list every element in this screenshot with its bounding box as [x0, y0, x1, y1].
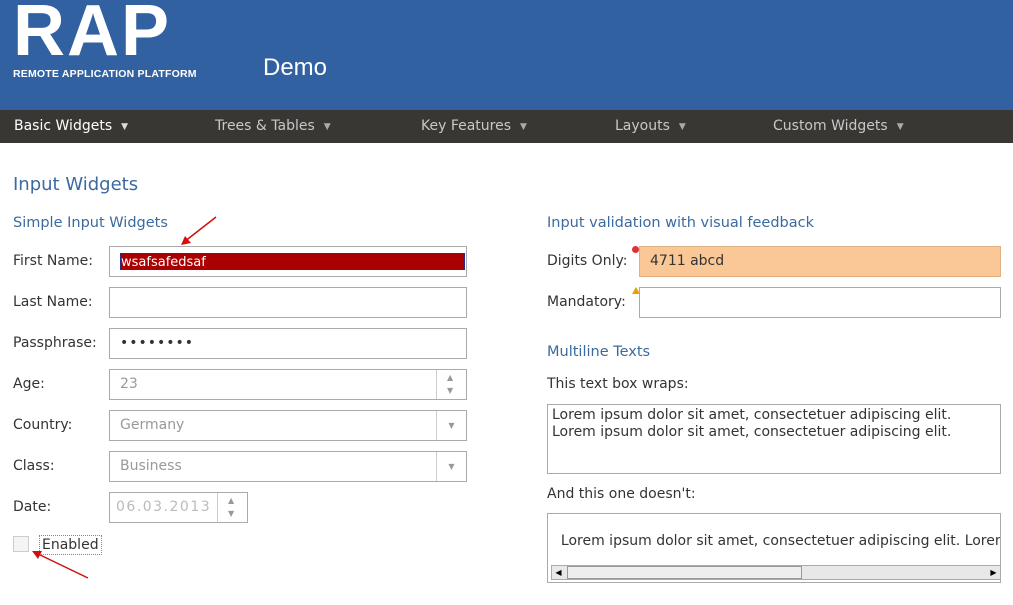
selected-text: wsafsafedsaf [120, 253, 465, 270]
app-header: RAP REMOTE APPLICATION PLATFORM Demo [0, 0, 1013, 110]
country-label: Country: [13, 417, 73, 433]
nav-label: Layouts [615, 118, 670, 134]
age-label: Age: [13, 376, 45, 392]
age-spinner[interactable]: 23 ▲ ▼ [109, 369, 467, 400]
digits-only-label: Digits Only: [547, 253, 628, 269]
page-title: Input Widgets [13, 174, 139, 195]
nav-label: Custom Widgets [773, 118, 888, 134]
annotation-arrow-icon [181, 216, 217, 245]
dropdown-caret-icon: ▼ [678, 122, 686, 132]
chevron-down-icon[interactable]: ▼ [436, 452, 466, 481]
nowrap-text: Lorem ipsum dolor sit amet, consectetuer… [560, 532, 1001, 549]
spin-up-icon[interactable]: ▲ [447, 374, 453, 382]
simple-inputs-heading: Simple Input Widgets [13, 215, 168, 231]
nav-layouts[interactable]: Layouts ▼ [615, 110, 686, 143]
date-value: 06.03.2013 [116, 499, 212, 515]
digits-only-input[interactable]: 4711 abcd [639, 246, 1001, 277]
last-name-label: Last Name: [13, 294, 93, 310]
dropdown-caret-icon: ▼ [121, 122, 129, 132]
scroll-left-icon[interactable]: ◀ [552, 566, 565, 579]
first-name-input[interactable]: wsafsafedsaf [109, 246, 467, 277]
age-spin-buttons[interactable]: ▲ ▼ [436, 370, 466, 399]
date-spin-buttons[interactable]: ▲ ▼ [217, 493, 247, 522]
passphrase-label: Passphrase: [13, 335, 97, 351]
scroll-right-icon[interactable]: ▶ [987, 566, 1000, 579]
last-name-input[interactable] [109, 287, 467, 318]
nav-label: Trees & Tables [215, 118, 315, 134]
wrapping-textarea[interactable]: Lorem ipsum dolor sit amet, consectetuer… [547, 404, 1001, 474]
wrap-label: This text box wraps: [547, 376, 689, 392]
enabled-checkbox[interactable] [13, 536, 29, 552]
dropdown-caret-icon: ▼ [520, 122, 527, 132]
age-value: 23 [120, 376, 138, 392]
nav-custom-widgets[interactable]: Custom Widgets ▼ [773, 110, 904, 143]
logo-subtitle: REMOTE APPLICATION PLATFORM [13, 68, 197, 80]
scrollbar-thumb[interactable] [567, 566, 802, 579]
class-label: Class: [13, 458, 55, 474]
country-value: Germany [120, 417, 185, 433]
app-title: Demo [263, 54, 328, 81]
spin-up-icon[interactable]: ▲ [228, 497, 234, 505]
country-combo[interactable]: Germany ▼ [109, 410, 467, 441]
chevron-down-icon[interactable]: ▼ [436, 411, 466, 440]
rap-logo: RAP [13, 0, 172, 71]
nav-basic-widgets[interactable]: Basic Widgets ▼ [14, 110, 128, 143]
nowrap-textarea[interactable]: Lorem ipsum dolor sit amet, consectetuer… [547, 513, 1001, 583]
nav-label: Key Features [421, 118, 512, 134]
mandatory-input[interactable] [639, 287, 1001, 318]
nav-trees-tables[interactable]: Trees & Tables ▼ [215, 110, 331, 143]
class-combo[interactable]: Business ▼ [109, 451, 467, 482]
date-label: Date: [13, 499, 52, 515]
class-value: Business [120, 458, 182, 474]
multiline-heading: Multiline Texts [547, 344, 651, 360]
mandatory-label: Mandatory: [547, 294, 626, 310]
spin-down-icon[interactable]: ▼ [228, 510, 234, 518]
passphrase-input[interactable]: •••••••• [109, 328, 467, 359]
validation-heading: Input validation with visual feedback [547, 215, 815, 231]
dropdown-caret-icon: ▼ [896, 122, 904, 132]
nav-label: Basic Widgets [14, 118, 113, 134]
date-field[interactable]: 06.03.2013 ▲ ▼ [109, 492, 248, 523]
error-icon [632, 246, 639, 253]
first-name-label: First Name: [13, 253, 93, 269]
nav-bar: Basic Widgets ▼ Trees & Tables ▼ Key Featu… [0, 110, 1013, 143]
annotation-arrow-icon [32, 551, 89, 579]
horizontal-scrollbar[interactable]: ◀ ▶ [551, 565, 1000, 580]
nav-key-features[interactable]: Key Features ▼ [421, 110, 527, 143]
spin-down-icon[interactable]: ▼ [447, 387, 453, 395]
dropdown-caret-icon: ▼ [323, 122, 331, 132]
nowrap-label: And this one doesn't: [547, 486, 696, 502]
